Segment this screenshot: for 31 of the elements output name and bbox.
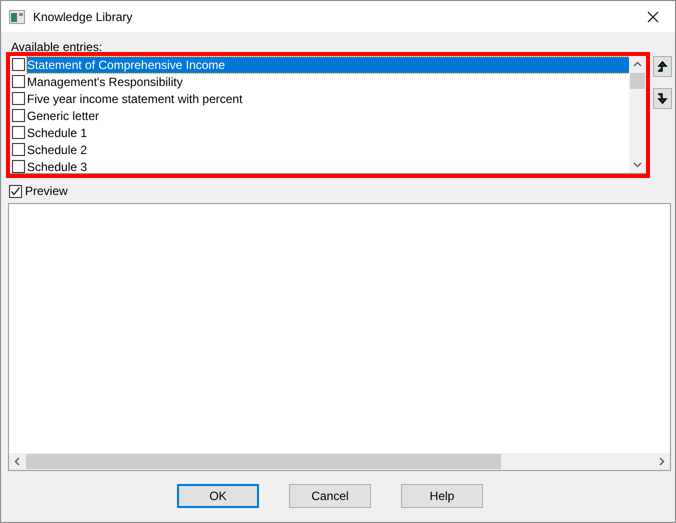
checkbox[interactable] [12, 126, 25, 139]
list-item[interactable]: Management's Responsibility [27, 74, 629, 90]
preview-label: Preview [25, 183, 68, 200]
list-item[interactable]: Five year income statement with percent [27, 90, 629, 106]
checkbox[interactable] [12, 92, 25, 105]
arrow-up-icon [657, 61, 668, 72]
arrow-down-icon [657, 93, 668, 104]
scrollbar-thumb[interactable] [26, 454, 501, 469]
checkbox[interactable] [9, 184, 22, 198]
checkbox[interactable] [12, 143, 25, 156]
list-item[interactable]: Schedule 1 [27, 124, 629, 140]
dialog-button[interactable]: OK [177, 484, 259, 508]
window-title: Knowledge Library [33, 8, 132, 26]
checkbox[interactable] [12, 109, 25, 122]
close-icon[interactable] [647, 10, 659, 22]
entries-label: Available entries: [11, 40, 102, 54]
move-up-button[interactable] [653, 56, 672, 77]
checkbox[interactable] [12, 75, 25, 88]
vertical-scrollbar[interactable] [629, 56, 646, 173]
dialog-button[interactable]: Help [401, 484, 483, 508]
dialog-button[interactable]: Cancel [289, 484, 371, 508]
list-item[interactable]: Generic letter [27, 108, 629, 124]
app-icon [9, 10, 25, 24]
scrollbar-thumb[interactable] [630, 73, 645, 89]
horizontal-scrollbar[interactable] [9, 453, 670, 470]
list-item[interactable]: Schedule 2 [27, 142, 629, 158]
checkbox[interactable] [12, 58, 25, 71]
list-item[interactable]: Schedule 3 [27, 158, 629, 173]
list-item[interactable]: Statement of Comprehensive Income [27, 56, 629, 72]
checkbox[interactable] [12, 160, 25, 173]
move-down-button[interactable] [653, 88, 672, 109]
